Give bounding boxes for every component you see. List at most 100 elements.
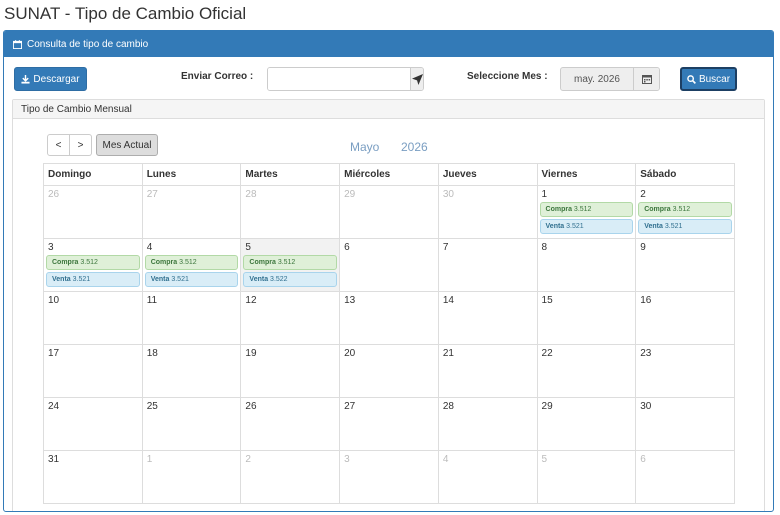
compra-rate-event[interactable]: Compra 3.512 xyxy=(638,202,732,217)
venta-rate-event[interactable]: Venta 3.522 xyxy=(243,272,338,287)
calendar-day[interactable]: 22 xyxy=(536,344,637,398)
calendar-day[interactable]: 3 xyxy=(339,450,439,504)
calendar-day[interactable]: 30 xyxy=(635,397,735,451)
calendar-day[interactable]: 10 xyxy=(43,291,143,345)
calendar-day[interactable]: 5 Compra 3.512 Venta 3.522 xyxy=(240,238,341,292)
rate-value: 3.521 xyxy=(566,223,584,230)
calendar-day[interactable]: 1 xyxy=(141,450,242,504)
search-button[interactable]: Buscar xyxy=(680,67,737,91)
calendar-day[interactable]: 3 Compra 3.512 Venta 3.521 xyxy=(43,238,143,292)
compra-rate-event[interactable]: Compra 3.512 xyxy=(243,255,338,270)
calendar-day[interactable]: 1 Compra 3.512 Venta 3.521 xyxy=(536,185,637,239)
calendar-day[interactable]: 12 xyxy=(240,291,341,345)
weekday-header: Sábado xyxy=(635,163,735,186)
day-number: 26 xyxy=(48,189,60,200)
day-number: 21 xyxy=(442,348,454,359)
calendar-day[interactable]: 15 xyxy=(536,291,637,345)
download-button[interactable]: Descargar xyxy=(14,67,87,91)
calendar-day[interactable]: 31 xyxy=(43,450,143,504)
calendar-day[interactable]: 26 xyxy=(43,185,143,239)
calendar-day[interactable]: 24 xyxy=(43,397,143,451)
day-number: 6 xyxy=(640,454,646,465)
calendar-day[interactable]: 9 xyxy=(635,238,735,292)
calendar-day[interactable]: 30 xyxy=(437,185,538,239)
day-number: 4 xyxy=(146,242,153,253)
calendar-day[interactable]: 28 xyxy=(437,397,538,451)
day-number: 26 xyxy=(245,401,257,412)
rate-type-label: Compra xyxy=(644,206,671,213)
panel-heading-label: Consulta de tipo de cambio xyxy=(27,38,149,50)
calendar-day[interactable]: 23 xyxy=(635,344,735,398)
rate-value: 3.512 xyxy=(277,259,296,266)
rate-value: 3.521 xyxy=(171,276,189,283)
rate-value: 3.512 xyxy=(573,206,592,213)
calendar-day[interactable]: 25 xyxy=(141,397,242,451)
calendar-day[interactable]: 20 xyxy=(339,344,439,398)
calendar-day[interactable]: 2 xyxy=(240,450,341,504)
page-title: SUNAT - Tipo de Cambio Oficial xyxy=(4,4,247,23)
calendar-day[interactable]: 6 xyxy=(339,238,439,292)
day-number: 12 xyxy=(245,295,257,306)
day-number: 6 xyxy=(344,242,350,253)
compra-rate-event[interactable]: Compra 3.512 xyxy=(46,255,140,270)
compra-rate-event[interactable]: Compra 3.512 xyxy=(539,202,634,217)
calendar-day[interactable]: 2 Compra 3.512 Venta 3.521 xyxy=(635,185,735,239)
calendar-day[interactable]: 18 xyxy=(141,344,242,398)
calendar-day[interactable]: 21 xyxy=(437,344,538,398)
day-number: 30 xyxy=(640,401,652,412)
calendar-day[interactable]: 11 xyxy=(141,291,242,345)
calendar-week: 24 25 26 27 28 29 30 xyxy=(43,397,735,451)
month-value: may. 2026 xyxy=(574,73,620,85)
rate-value: 3.521 xyxy=(72,276,91,283)
day-number: 17 xyxy=(48,348,60,359)
rate-type-label: Compra xyxy=(52,259,79,266)
day-number: 29 xyxy=(344,189,356,200)
calendar-day[interactable]: 19 xyxy=(240,344,341,398)
day-number: 16 xyxy=(640,295,652,306)
monthly-rate-heading: Tipo de Cambio Mensual xyxy=(13,100,764,119)
rate-type-label: Compra xyxy=(249,259,276,266)
day-number: 4 xyxy=(442,454,449,465)
email-label: Enviar Correo : xyxy=(181,71,254,82)
rate-value: 3.512 xyxy=(672,206,691,213)
search-label: Buscar xyxy=(698,73,731,85)
calendar-day[interactable]: 8 xyxy=(536,238,637,292)
weekday-header: Miércoles xyxy=(339,163,439,186)
next-month-button[interactable]: > xyxy=(70,134,92,156)
panel-heading: Consulta de tipo de cambio xyxy=(4,31,773,57)
calendar-day[interactable]: 29 xyxy=(536,397,637,451)
calendar-day[interactable]: 29 xyxy=(339,185,439,239)
month-picker-button[interactable] xyxy=(633,68,659,90)
day-number: 20 xyxy=(344,348,356,359)
prev-month-button[interactable]: < xyxy=(47,134,70,156)
venta-rate-event[interactable]: Venta 3.521 xyxy=(638,219,732,234)
month-picker[interactable]: may. 2026 xyxy=(560,67,660,91)
venta-rate-event[interactable]: Venta 3.521 xyxy=(144,272,239,287)
venta-rate-event[interactable]: Venta 3.521 xyxy=(46,272,140,287)
send-email-button[interactable] xyxy=(410,68,423,90)
day-number: 27 xyxy=(146,189,158,200)
current-month-button[interactable]: Mes Actual xyxy=(96,134,158,156)
calendar-day[interactable]: 5 xyxy=(536,450,637,504)
calendar-week: 31 1 2 3 4 5 6 xyxy=(43,450,735,504)
calendar-day[interactable]: 28 xyxy=(240,185,341,239)
calendar-day[interactable]: 27 xyxy=(141,185,242,239)
day-number: 27 xyxy=(344,401,356,412)
calendar-day[interactable]: 17 xyxy=(43,344,143,398)
rate-type-label: Venta xyxy=(644,223,663,230)
calendar-day[interactable]: 6 xyxy=(635,450,735,504)
weekday-header: Lunes xyxy=(141,163,242,186)
day-number: 1 xyxy=(541,189,548,200)
calendar-day[interactable]: 27 xyxy=(339,397,439,451)
calendar-day[interactable]: 26 xyxy=(240,397,341,451)
email-field[interactable] xyxy=(268,68,410,90)
calendar-day[interactable]: 4 xyxy=(437,450,538,504)
venta-rate-event[interactable]: Venta 3.521 xyxy=(539,219,634,234)
calendar-day[interactable]: 16 xyxy=(635,291,735,345)
calendar-day[interactable]: 4 Compra 3.512 Venta 3.521 xyxy=(141,238,242,292)
day-number: 30 xyxy=(442,189,454,200)
calendar-day[interactable]: 13 xyxy=(339,291,439,345)
compra-rate-event[interactable]: Compra 3.512 xyxy=(144,255,239,270)
calendar-day[interactable]: 7 xyxy=(437,238,538,292)
calendar-day[interactable]: 14 xyxy=(437,291,538,345)
